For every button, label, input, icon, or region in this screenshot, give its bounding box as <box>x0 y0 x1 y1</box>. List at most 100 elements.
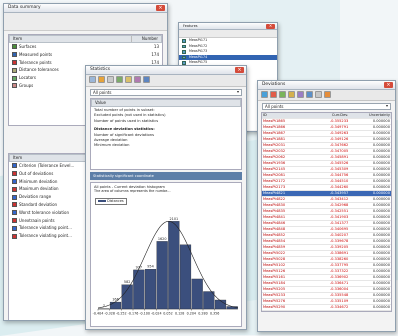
item-list-label: Deviation range <box>19 193 51 201</box>
point-set-icon <box>12 44 17 49</box>
tree-item-label: MeasPt175 <box>189 60 207 64</box>
deviations-toolbar <box>258 90 395 101</box>
value-header[interactable]: Value <box>92 100 106 106</box>
summary-row[interactable]: Measured points174 <box>9 51 162 59</box>
legend-swatch-icon <box>98 200 106 202</box>
deviations-table: ID Curr.Dev. Uncertainty MeasPt1865-0.35… <box>261 112 392 312</box>
item-list-label: Tolerance violating point... <box>19 232 72 240</box>
x-tick-label: -0.404 <box>93 312 104 316</box>
filter-icon[interactable] <box>297 91 304 98</box>
tree-item-label: MeasPt174 <box>189 55 207 59</box>
statistics-table-header: Value <box>91 99 241 107</box>
save-icon[interactable] <box>261 91 268 98</box>
x-tick-label: -0.024 <box>151 312 162 316</box>
statistics-toolbar <box>86 75 246 87</box>
statistic-icon <box>12 187 17 192</box>
statistics-title: Statistics <box>90 67 110 72</box>
summary-row-value: 13 <box>133 43 159 51</box>
tree-window-title: Features <box>183 24 198 28</box>
close-icon[interactable]: × <box>156 5 165 11</box>
point-set-icon <box>12 60 17 65</box>
histogram-bar <box>145 269 156 309</box>
x-tick-label: 0.052 <box>163 312 172 316</box>
col-number[interactable]: Number <box>131 36 161 42</box>
sort-icon[interactable] <box>306 91 313 98</box>
item-list-label: Criterion (Tolerance Envel... <box>19 162 74 170</box>
settings-icon[interactable] <box>315 91 322 98</box>
statistics-titlebar[interactable]: Statistics × <box>86 66 246 75</box>
bar-value-label: 582 <box>124 280 130 284</box>
deviations-subset-dropdown[interactable]: All points <box>262 103 391 110</box>
histogram-bar <box>227 306 238 309</box>
statistic-icon <box>12 179 17 184</box>
filter-icon[interactable] <box>116 76 123 83</box>
close-icon[interactable]: × <box>384 82 393 88</box>
chart-icon[interactable] <box>98 76 105 83</box>
histogram-icon[interactable] <box>89 76 96 83</box>
statistics-window: Statistics × All points Value Total numbe… <box>85 65 247 330</box>
data-summary-title: Data summary <box>8 5 41 10</box>
normal-distribution-curve <box>98 221 238 308</box>
x-tick-label: -0.252 <box>116 312 127 316</box>
histogram-bar <box>133 270 144 309</box>
statistic-icon <box>12 218 17 223</box>
x-tick-label: -0.328 <box>104 312 115 316</box>
statistic-icon <box>12 195 17 200</box>
deviation-histogram: 716658293795416202101-0.404-0.328-0.252-… <box>92 205 244 325</box>
folder-icon[interactable] <box>125 76 132 83</box>
deviations-window: Deviations× All points ID Curr.Dev. Unce… <box>257 80 396 332</box>
bar-value-label: 2101 <box>170 217 179 221</box>
histogram-subtitle: The area of columns represents the numbe… <box>91 189 241 193</box>
data-summary-toolbar <box>4 13 167 31</box>
statistic-icon <box>12 210 17 215</box>
point-set-icon <box>12 76 17 81</box>
table-row[interactable]: MeasPt5290-0.3346720.000000 <box>262 305 391 311</box>
summary-row-value: 174 <box>133 51 159 59</box>
item-list-label: Tolerance violating point... <box>19 224 72 232</box>
tree-item-label: MeasPt173 <box>189 49 207 53</box>
summary-row[interactable]: Surfaces13 <box>9 43 162 51</box>
export-icon[interactable] <box>143 76 150 83</box>
current-deviation: -0.334672 <box>310 305 350 311</box>
histogram-panel: All points - Current deviation histogram… <box>90 182 242 327</box>
item-list-header-label[interactable]: Item <box>10 155 22 161</box>
delete-icon[interactable] <box>270 91 277 98</box>
point-set-icon <box>12 83 17 88</box>
bar-value-label: 954 <box>147 265 153 269</box>
point-set-icon <box>12 52 17 57</box>
table-icon[interactable] <box>107 76 114 83</box>
histogram-bar <box>110 302 121 309</box>
folder-icon[interactable] <box>288 91 295 98</box>
export-icon[interactable] <box>324 91 331 98</box>
summary-row-label: Measured points <box>19 51 133 59</box>
statistics-tab[interactable]: Statistically significant coordinate <box>90 172 242 180</box>
settings-icon[interactable] <box>134 76 141 83</box>
histogram-bar <box>168 221 179 309</box>
point-icon <box>182 50 186 54</box>
close-icon[interactable]: × <box>266 24 275 29</box>
col-item[interactable]: Item <box>10 36 131 42</box>
statistic-icon <box>12 234 17 239</box>
tree-titlebar[interactable]: Features × <box>179 23 277 30</box>
x-tick-label: 0.280 <box>198 312 207 316</box>
statistics-subset-dropdown[interactable]: All points <box>90 89 242 96</box>
legend-label: Distances <box>107 199 124 203</box>
uncertainty: 0.000000 <box>349 305 391 311</box>
x-tick-label: -0.176 <box>128 312 139 316</box>
histogram-bar <box>122 285 133 309</box>
point-icon <box>182 45 186 49</box>
statistics-table: Value Total number of points in subset: … <box>90 98 242 170</box>
summary-table-header: Item Number <box>9 35 162 43</box>
info-line: Number of points used in statistics <box>94 119 238 124</box>
close-icon[interactable]: × <box>235 67 244 73</box>
histogram-bar <box>180 245 191 309</box>
bar-value-label: 166 <box>112 298 118 302</box>
statistic-icon <box>12 171 17 176</box>
add-icon[interactable] <box>279 91 286 98</box>
histogram-bar <box>157 241 168 309</box>
data-summary-titlebar[interactable]: Data summary × <box>4 4 167 13</box>
summary-row-label: Surfaces <box>19 43 133 51</box>
point-icon <box>182 56 186 60</box>
deviations-titlebar[interactable]: Deviations× <box>258 81 395 90</box>
item-list-label: Worst tolerance violation <box>19 209 69 217</box>
